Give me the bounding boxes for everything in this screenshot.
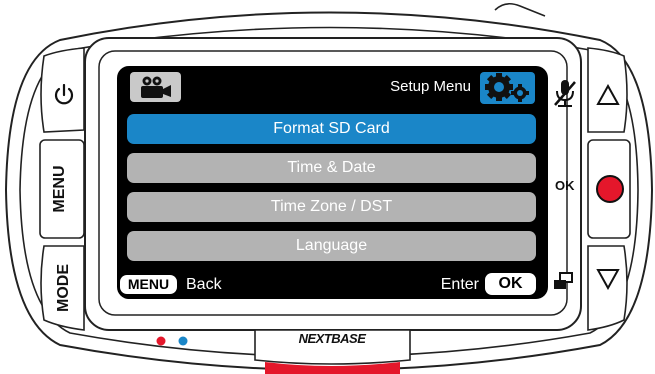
led-blue [178, 336, 188, 346]
microphone-muted-icon [554, 80, 576, 107]
menu-key-badge: MENU [120, 275, 177, 294]
mode-button-label: MODE [55, 264, 72, 312]
up-button[interactable] [588, 52, 628, 132]
menu-item-time-zone-dst[interactable]: Time Zone / DST [127, 192, 536, 222]
ok-side-label: OK [555, 178, 575, 193]
settings-tab[interactable] [480, 72, 535, 104]
gears-icon [485, 73, 529, 102]
video-camera-icon [141, 76, 171, 98]
lcd-screen: Setup Menu Format SD Card Time & Date Ti… [117, 66, 548, 299]
menu-item-time-date[interactable]: Time & Date [127, 153, 536, 183]
power-icon [54, 84, 74, 105]
setup-menu-title: Setup Menu [390, 78, 471, 95]
record-dot-icon [596, 175, 624, 203]
menu-item-format-sd-card[interactable]: Format SD Card [127, 114, 536, 144]
protect-file-icon [554, 272, 573, 289]
back-label: Back [186, 276, 222, 293]
record-button[interactable] [588, 140, 630, 238]
triangle-up-icon [596, 84, 620, 105]
menu-button[interactable]: MENU [40, 140, 84, 238]
power-button[interactable] [44, 52, 84, 132]
video-mode-tab[interactable] [130, 72, 181, 102]
status-leds [156, 336, 188, 346]
triangle-down-icon [596, 269, 620, 290]
menu-item-language[interactable]: Language [127, 231, 536, 261]
enter-label: Enter [440, 276, 479, 293]
down-button[interactable] [588, 246, 628, 326]
menu-button-label: MENU [51, 165, 68, 213]
brand-logo: NEXTBASE [298, 331, 366, 346]
ok-key-badge: OK [485, 273, 536, 295]
led-red [156, 336, 166, 346]
mode-button[interactable]: MODE [44, 246, 84, 330]
